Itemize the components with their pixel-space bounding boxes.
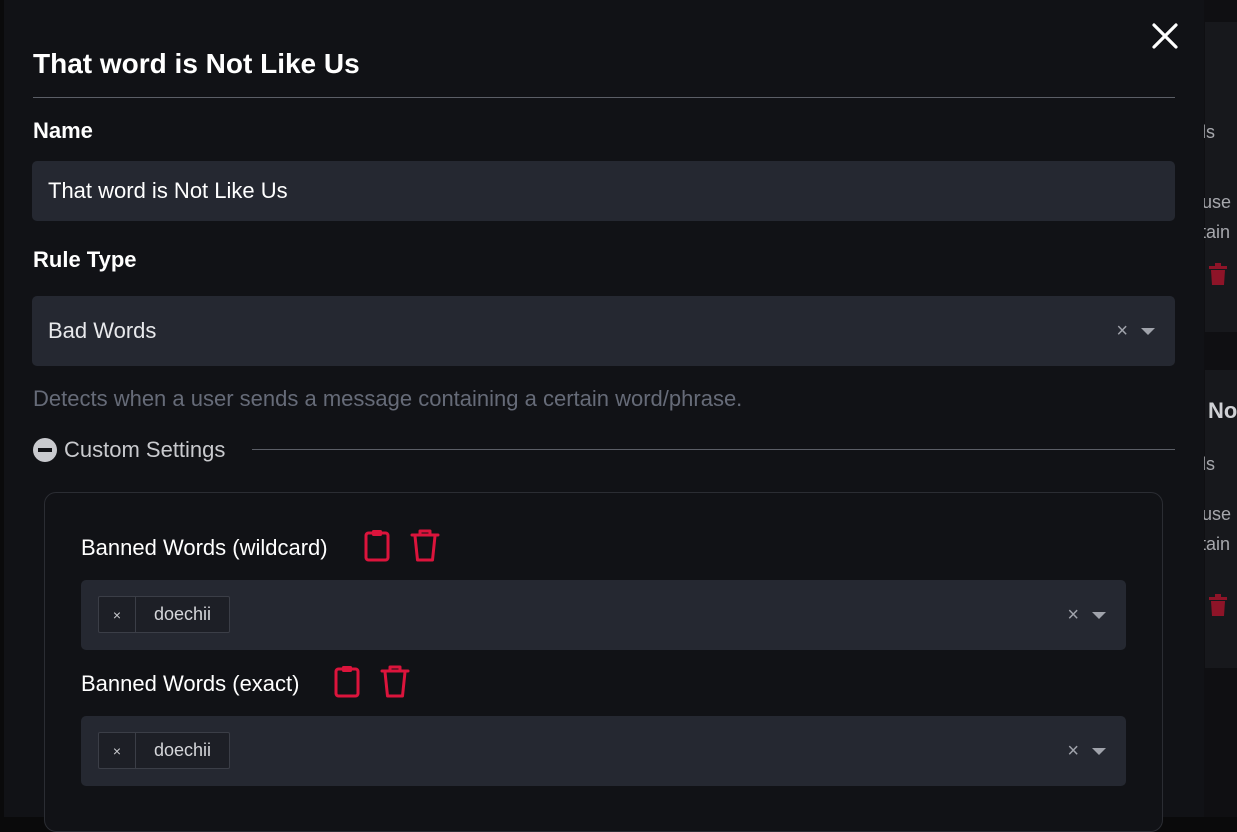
trash-icon[interactable] [380, 664, 410, 698]
modal-title: That word is Not Like Us [33, 48, 360, 79]
chip-label: doechii [154, 604, 212, 624]
tag-chip: × doechii [98, 596, 231, 633]
title-divider [33, 97, 1175, 98]
name-label: Name [33, 118, 93, 143]
custom-settings-label: Custom Settings [64, 437, 226, 462]
close-icon[interactable] [1149, 20, 1181, 52]
banned-words-wildcard-label: Banned Words (wildcard) [81, 535, 328, 560]
tag-chip: × doechii [98, 732, 231, 769]
trash-icon[interactable] [1207, 262, 1229, 286]
chevron-down-icon[interactable] [1141, 328, 1155, 335]
chip-label: doechii [154, 740, 212, 760]
chevron-down-icon[interactable] [1092, 612, 1106, 619]
custom-settings-divider [252, 449, 1175, 450]
minus-circle-icon[interactable] [33, 438, 57, 462]
rule-type-label: Rule Type [33, 247, 137, 272]
background-card: No ds use rtain [1195, 370, 1237, 668]
banned-words-exact-label: Banned Words (exact) [81, 671, 300, 696]
clear-icon[interactable]: × [1067, 602, 1079, 628]
clear-icon[interactable]: × [1116, 318, 1128, 344]
banned-words-wildcard-select[interactable]: × doechii × [81, 580, 1126, 650]
custom-settings-toggle[interactable]: Custom Settings [33, 436, 225, 464]
chip-remove-icon[interactable]: × [99, 733, 136, 768]
chevron-down-icon[interactable] [1092, 748, 1106, 755]
background-text: use [1202, 192, 1232, 212]
background-text: use [1202, 504, 1232, 524]
trash-icon[interactable] [1207, 593, 1229, 617]
trash-icon[interactable] [410, 528, 440, 562]
name-input[interactable] [32, 161, 1175, 221]
rule-description: Detects when a user sends a message cont… [33, 386, 743, 411]
edit-rule-modal: That word is Not Like Us Name Rule Type … [4, 0, 1204, 832]
background-text: No [1208, 398, 1237, 423]
clipboard-icon[interactable] [332, 664, 362, 698]
clear-icon[interactable]: × [1067, 738, 1079, 764]
banned-words-exact-select[interactable]: × doechii × [81, 716, 1126, 786]
rule-type-value: Bad Words [48, 318, 157, 343]
clipboard-icon[interactable] [362, 528, 392, 562]
background-card: ds use rtain [1195, 22, 1237, 332]
chip-remove-icon[interactable]: × [99, 597, 136, 632]
rule-type-select[interactable]: Bad Words × [32, 296, 1175, 366]
